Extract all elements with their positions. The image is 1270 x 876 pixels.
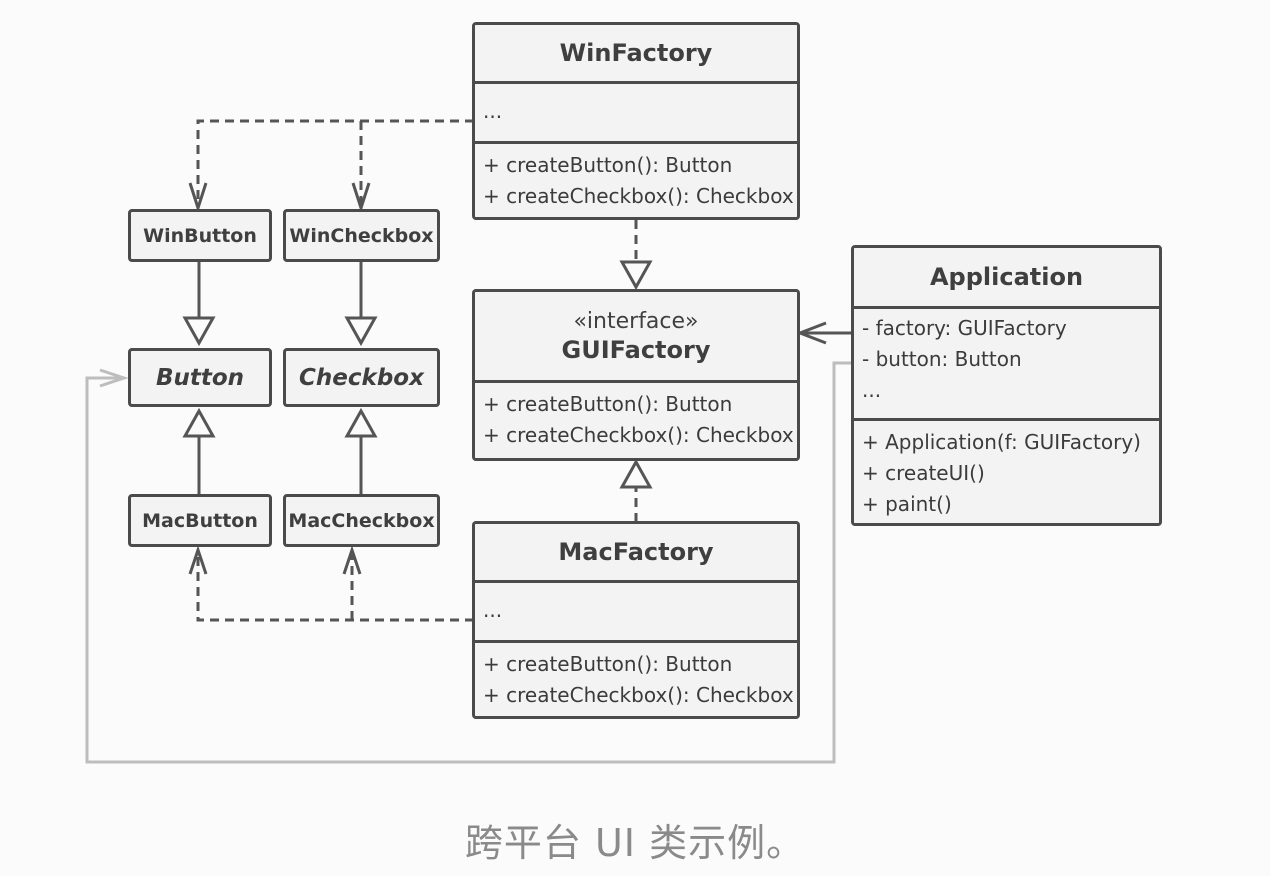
class-header: MacCheckbox <box>286 497 437 544</box>
class-header: MacButton <box>131 497 269 544</box>
fields-section: - factory: GUIFactory - button: Button .… <box>854 306 1159 418</box>
class-mac-factory: MacFactory ... + createButton(): Button … <box>472 521 800 719</box>
class-header: WinFactory <box>475 25 797 81</box>
stereotype-label: «interface» <box>573 309 699 334</box>
class-name: GUIFactory <box>561 336 711 364</box>
dependency-mac-button <box>196 553 474 622</box>
class-win-checkbox: WinCheckbox <box>283 209 440 262</box>
method-row: + createButton(): Button <box>483 153 733 177</box>
class-name: Application <box>929 263 1084 291</box>
class-name: WinCheckbox <box>289 224 434 247</box>
class-header: WinButton <box>131 212 269 259</box>
class-header: «interface» GUIFactory <box>475 292 797 380</box>
class-win-button: WinButton <box>128 209 272 262</box>
methods-section: + createButton(): Button + createCheckbo… <box>475 640 797 716</box>
method-row: + createCheckbox(): Checkbox <box>483 683 794 707</box>
interface-button: Button <box>128 348 272 407</box>
class-header: WinCheckbox <box>286 212 437 259</box>
method-row: + paint() <box>862 492 952 516</box>
field-row: ... <box>483 598 503 622</box>
methods-section: + Application(f: GUIFactory) + createUI(… <box>854 418 1159 523</box>
class-mac-checkbox: MacCheckbox <box>283 494 440 547</box>
dependency-win-button <box>196 119 474 205</box>
class-name: MacFactory <box>558 538 714 566</box>
field-row: - factory: GUIFactory <box>862 316 1067 340</box>
triangle-win-factory <box>619 260 653 291</box>
class-gui-factory: «interface» GUIFactory + createButton():… <box>472 289 800 461</box>
class-header: MacFactory <box>475 524 797 580</box>
fields-section: ... <box>475 580 797 640</box>
class-name: Checkbox <box>299 364 424 391</box>
methods-section: + createButton(): Button + createCheckbo… <box>475 380 797 458</box>
triangle-win-button <box>182 316 216 347</box>
class-name: MacCheckbox <box>288 509 435 532</box>
field-row: ... <box>862 378 882 402</box>
method-row: + createCheckbox(): Checkbox <box>483 184 794 208</box>
triangle-mac-factory <box>619 458 653 489</box>
method-row: + createButton(): Button <box>483 652 733 676</box>
class-name: Button <box>155 364 245 391</box>
method-row: + createCheckbox(): Checkbox <box>483 423 794 447</box>
class-win-factory: WinFactory ... + createButton(): Button … <box>472 22 800 220</box>
method-row: + createButton(): Button <box>483 392 733 416</box>
class-header: Application <box>854 248 1159 306</box>
figure-caption: 跨平台 UI 类示例。 <box>464 821 806 865</box>
class-name: WinFactory <box>559 39 713 67</box>
triangle-mac-button <box>182 407 216 438</box>
field-row: - button: Button <box>862 347 1022 371</box>
field-row: ... <box>483 99 503 123</box>
class-name: WinButton <box>143 224 257 247</box>
class-header: Button <box>131 351 269 404</box>
methods-section: + createButton(): Button + createCheckbo… <box>475 141 797 217</box>
class-mac-button: MacButton <box>128 494 272 547</box>
method-row: + createUI() <box>862 461 985 485</box>
class-name: MacButton <box>142 509 258 532</box>
interface-checkbox: Checkbox <box>283 348 440 407</box>
class-diagram: WinFactory ... + createButton(): Button … <box>0 0 1270 876</box>
triangle-mac-checkbox <box>344 407 378 438</box>
class-application: Application - factory: GUIFactory - butt… <box>851 245 1162 526</box>
fields-section: ... <box>475 81 797 141</box>
triangle-win-checkbox <box>344 316 378 347</box>
class-header: Checkbox <box>286 351 437 404</box>
method-row: + Application(f: GUIFactory) <box>862 430 1141 454</box>
